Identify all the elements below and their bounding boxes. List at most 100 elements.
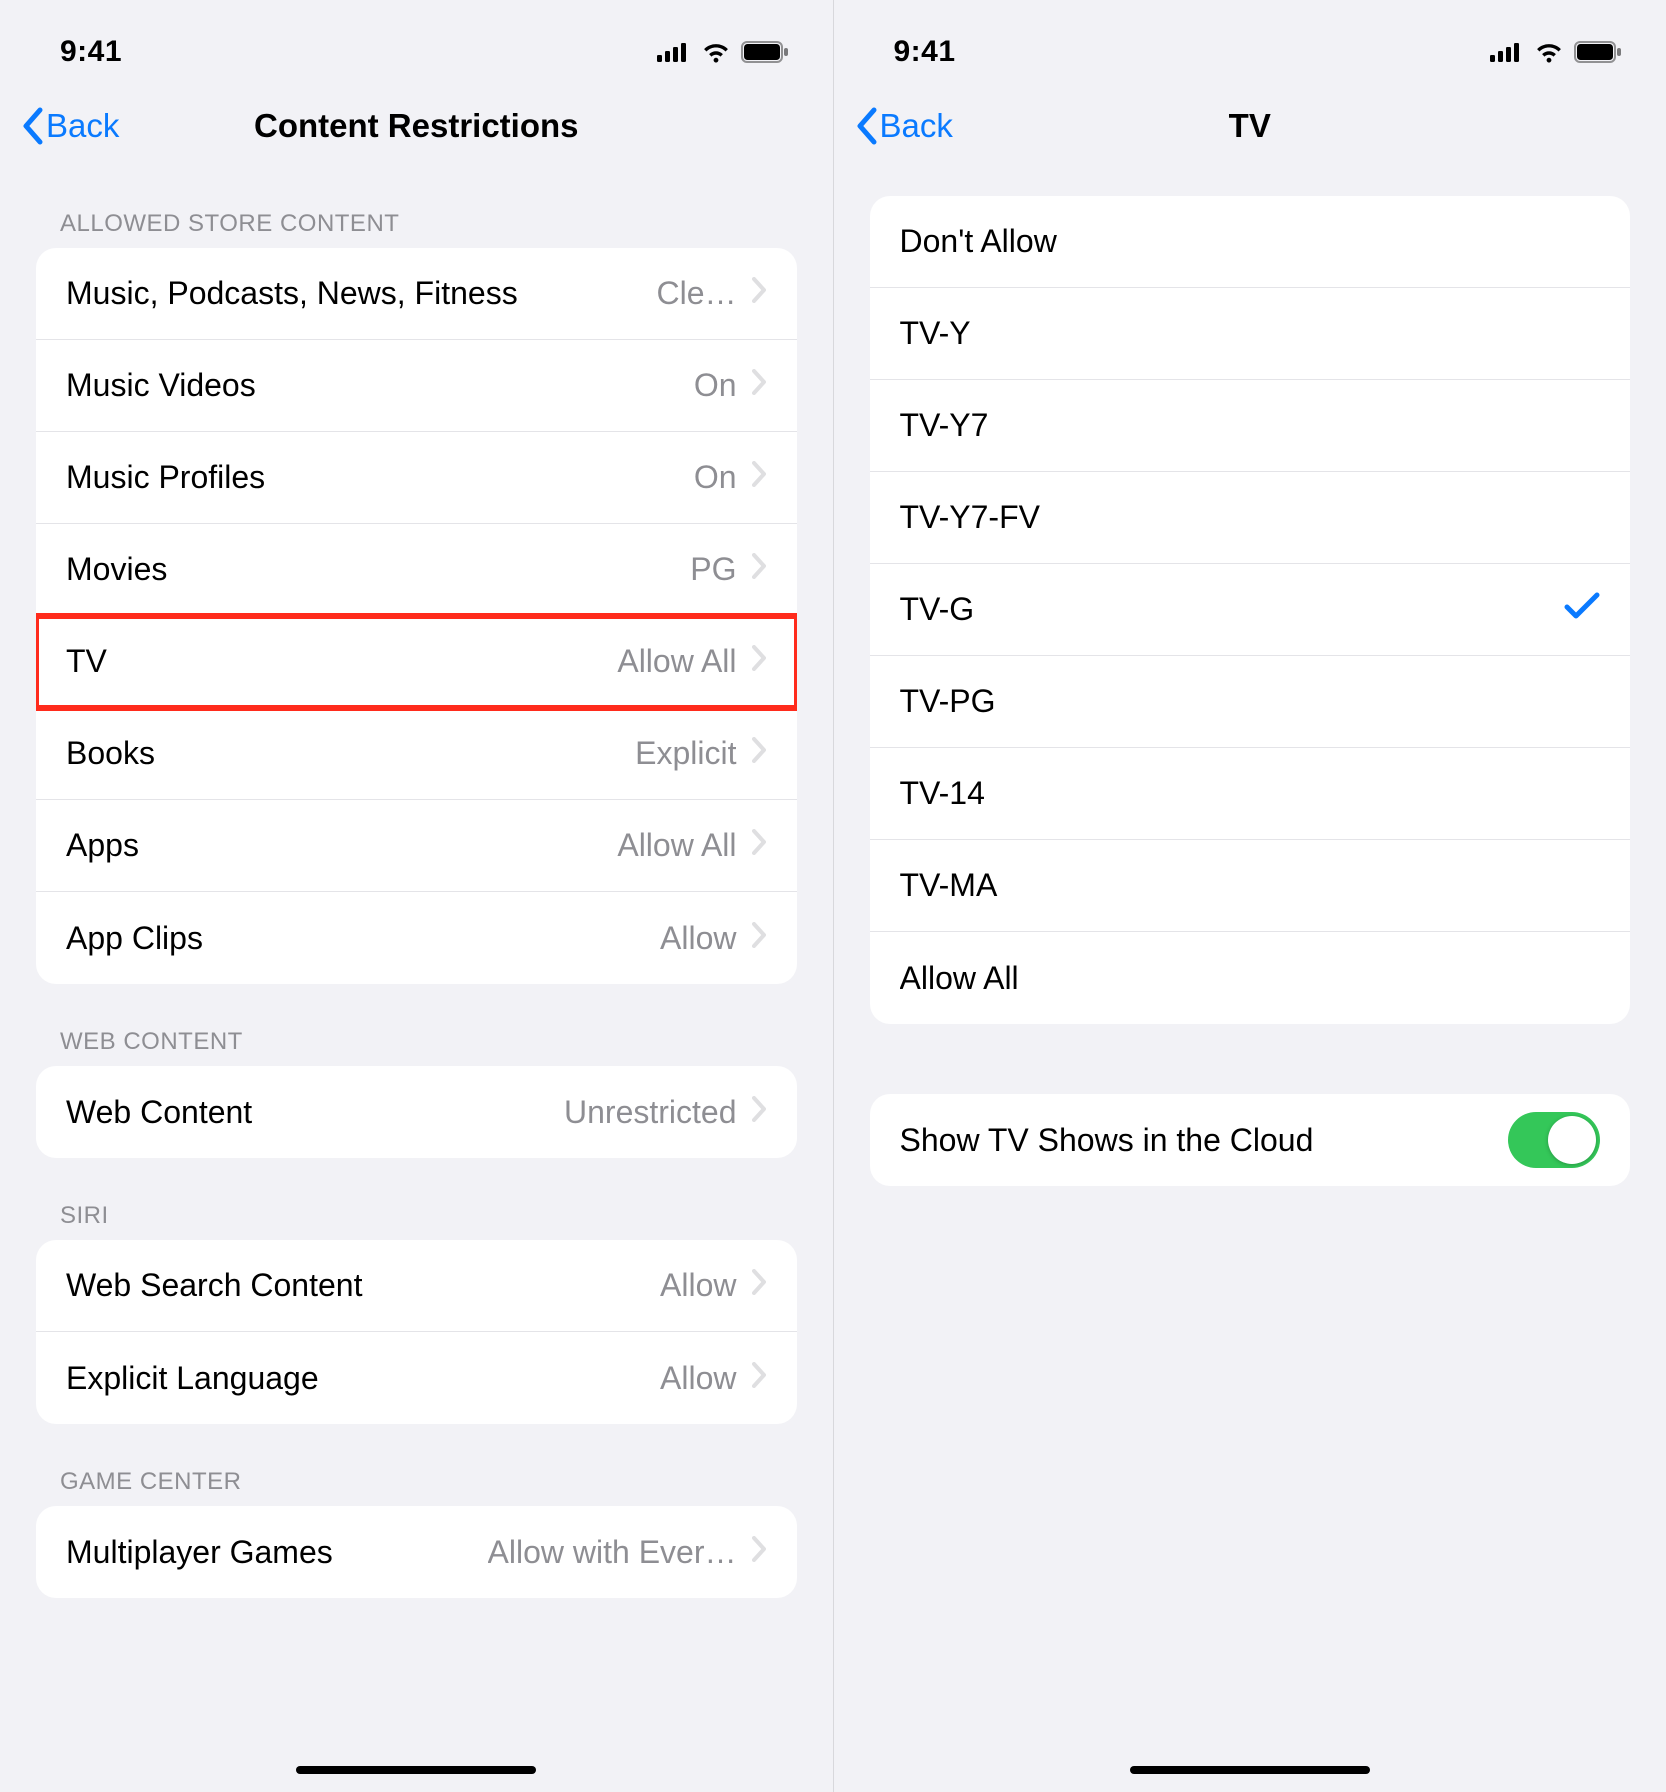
phone-left: 9:41 Back Content Restrictions ALLOWED S… [0,0,833,1792]
row-label: Apps [66,827,601,864]
option-label: TV-MA [900,867,1601,904]
row-label: TV [66,643,601,680]
tv-option-row[interactable]: TV-PG [870,656,1631,748]
chevron-right-icon [751,921,767,949]
status-bar: 9:41 [0,0,833,86]
settings-row[interactable]: Web Search Content Allow [36,1240,797,1332]
content-scroll[interactable]: ALLOWED STORE CONTENTMusic, Podcasts, Ne… [0,166,833,1792]
home-indicator [296,1766,536,1774]
status-icons [1490,41,1622,63]
tv-option-row[interactable]: TV-14 [870,748,1631,840]
show-in-cloud-label: Show TV Shows in the Cloud [900,1122,1509,1159]
cloud-toggle-card: Show TV Shows in the Cloud [870,1094,1631,1186]
checkmark-icon [1564,591,1600,621]
row-value: Allow [660,920,736,957]
settings-row[interactable]: TV Allow All [36,616,797,708]
page-title: TV [1229,107,1271,145]
back-label: Back [880,107,953,145]
tv-option-row[interactable]: TV-G [870,564,1631,656]
row-value: Allow [660,1360,736,1397]
chevron-left-icon [20,107,44,145]
row-value: On [694,459,737,496]
tv-option-row[interactable]: Allow All [870,932,1631,1024]
tv-option-row[interactable]: TV-Y [870,288,1631,380]
settings-row[interactable]: Music Videos On [36,340,797,432]
row-value: Allow All [617,643,736,680]
selected-check [1564,591,1600,629]
section-header: SIRI [36,1158,797,1240]
tv-option-row[interactable]: TV-MA [870,840,1631,932]
row-label: Multiplayer Games [66,1534,472,1571]
settings-row[interactable]: Music Profiles On [36,432,797,524]
settings-row[interactable]: Web Content Unrestricted [36,1066,797,1158]
tv-options-card: Don't Allow TV-Y TV-Y7 TV-Y7-FV TV-G TV-PG TV-… [870,196,1631,1024]
back-button[interactable]: Back [20,86,119,166]
row-label: Books [66,735,619,772]
phone-right: 9:41 Back TV Don't Allow TV-Y TV-Y7 TV-Y7-F… [833,0,1666,1792]
option-label: TV-PG [900,683,1601,720]
option-label: TV-Y7-FV [900,499,1601,536]
row-label: Movies [66,551,674,588]
chevron-right-icon [751,644,767,672]
chevron-right-icon [751,1095,767,1123]
nav-bar: Back Content Restrictions [0,86,833,166]
tv-option-row[interactable]: Don't Allow [870,196,1631,288]
row-value: Explicit [635,735,736,772]
settings-row[interactable]: Apps Allow All [36,800,797,892]
row-label: Music Profiles [66,459,678,496]
option-label: Allow All [900,960,1601,997]
tv-option-row[interactable]: TV-Y7 [870,380,1631,472]
chevron-right-icon [751,1268,767,1296]
tv-option-row[interactable]: TV-Y7-FV [870,472,1631,564]
settings-row[interactable]: App ClipsAllow [36,892,797,984]
row-label: Web Search Content [66,1267,644,1304]
battery-icon [1574,41,1622,63]
back-label: Back [46,107,119,145]
option-label: Don't Allow [900,223,1601,260]
content-scroll[interactable]: Don't Allow TV-Y TV-Y7 TV-Y7-FV TV-G TV-PG TV-… [834,166,1666,1792]
settings-card: Web Content Unrestricted [36,1066,797,1158]
wifi-icon [1534,41,1564,63]
row-value: Allow [660,1267,736,1304]
row-label: Web Content [66,1094,548,1131]
settings-row[interactable]: Movies PG [36,524,797,616]
nav-bar: Back TV [834,86,1666,166]
home-indicator [1130,1766,1370,1774]
section-header: GAME CENTER [36,1424,797,1506]
cellular-icon [657,42,691,62]
settings-row[interactable]: Books Explicit [36,708,797,800]
option-label: TV-G [900,591,1565,628]
row-value: Cle… [656,275,736,312]
chevron-right-icon [751,460,767,488]
row-value: On [694,367,737,404]
status-time: 9:41 [60,35,122,69]
row-value: Unrestricted [564,1094,737,1131]
chevron-right-icon [751,276,767,304]
chevron-right-icon [751,368,767,396]
show-in-cloud-row[interactable]: Show TV Shows in the Cloud [870,1094,1631,1186]
settings-card: Multiplayer Games Allow with Ever… [36,1506,797,1598]
chevron-right-icon [751,552,767,580]
settings-row[interactable]: Multiplayer Games Allow with Ever… [36,1506,797,1598]
row-label: Explicit Language [66,1360,644,1397]
row-value: PG [690,551,736,588]
option-label: TV-Y [900,315,1601,352]
option-label: TV-Y7 [900,407,1601,444]
cellular-icon [1490,42,1524,62]
status-bar: 9:41 [834,0,1666,86]
settings-card: Music, Podcasts, News, FitnessCle…Music … [36,248,797,984]
settings-row[interactable]: Explicit Language Allow [36,1332,797,1424]
section-header: ALLOWED STORE CONTENT [36,166,797,248]
chevron-right-icon [751,1535,767,1563]
battery-icon [741,41,789,63]
option-label: TV-14 [900,775,1601,812]
row-value: Allow All [617,827,736,864]
status-icons [657,41,789,63]
chevron-right-icon [751,828,767,856]
back-button[interactable]: Back [854,86,953,166]
settings-row[interactable]: Music, Podcasts, News, FitnessCle… [36,248,797,340]
row-value: Allow with Ever… [488,1534,737,1571]
show-in-cloud-switch[interactable] [1508,1112,1600,1168]
chevron-right-icon [751,1361,767,1389]
row-label: Music Videos [66,367,678,404]
